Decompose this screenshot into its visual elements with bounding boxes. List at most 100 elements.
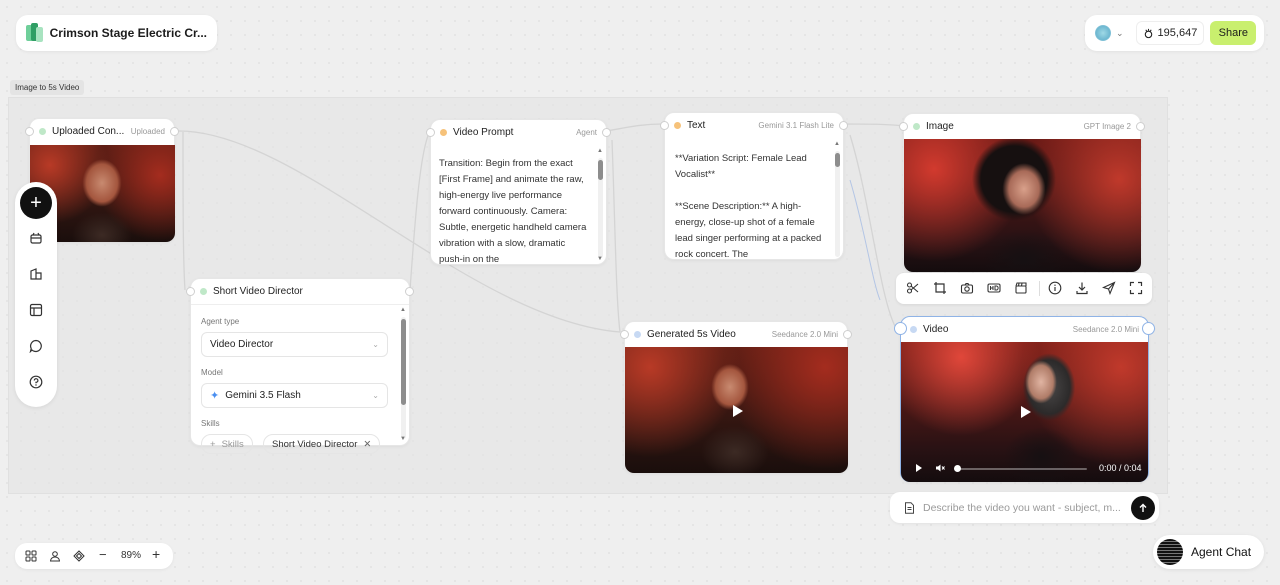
scrollbar[interactable] — [835, 151, 840, 257]
node-title: Video Prompt — [453, 126, 514, 138]
toolbar-divider — [1039, 281, 1040, 296]
send-icon[interactable] — [1102, 281, 1116, 295]
close-icon[interactable]: ✕ — [363, 439, 371, 450]
video-preview[interactable]: 0:00 / 0:04 — [901, 342, 1148, 482]
node-image[interactable]: Image GPT Image 2 — [899, 113, 1145, 272]
mute-icon[interactable] — [935, 463, 945, 473]
node-tag: Gemini 3.1 Flash Lite — [758, 120, 834, 130]
user-icon[interactable] — [49, 550, 61, 562]
agent-type-select[interactable]: Video Director ⌄ — [201, 332, 388, 357]
help-icon[interactable] — [20, 366, 52, 398]
zoom-in-button[interactable]: + — [152, 546, 160, 562]
input-port[interactable] — [186, 287, 195, 296]
crop-icon[interactable] — [933, 281, 947, 295]
scrollbar[interactable] — [401, 317, 406, 439]
input-port[interactable] — [899, 122, 908, 131]
model-label: Model — [201, 368, 223, 377]
generated-image[interactable] — [904, 139, 1141, 272]
node-title: Video — [923, 323, 949, 335]
status-dot — [39, 127, 46, 135]
scroll-thumb[interactable] — [401, 319, 406, 405]
skill-chip[interactable]: Short Video Director ✕ — [263, 434, 381, 454]
credits-badge[interactable]: 195,647 — [1135, 21, 1205, 45]
progress-track[interactable] — [957, 468, 1087, 470]
progress-knob[interactable] — [954, 465, 961, 472]
status-dot — [440, 128, 447, 136]
chevron-down-icon[interactable]: ⌄ — [1116, 28, 1124, 39]
agent-chat-button[interactable]: Agent Chat — [1153, 535, 1264, 569]
node-tag: Seedance 2.0 Mini — [771, 329, 838, 339]
zoom-out-button[interactable]: − — [99, 547, 107, 562]
project-header: ⌄ Crimson Stage Electric Cr... — [16, 15, 217, 51]
scissors-icon[interactable] — [906, 281, 920, 295]
document-icon[interactable] — [904, 501, 915, 514]
agent-type-label: Agent type — [201, 317, 240, 326]
clapperboard-icon[interactable] — [1014, 281, 1028, 295]
model-select[interactable]: ✦ Gemini 3.5 Flash ⌄ — [201, 383, 388, 408]
chat-bubble-icon[interactable] — [20, 330, 52, 362]
scroll-thumb[interactable] — [835, 153, 840, 167]
prompt-text[interactable]: Transition: Begin from the exact [First … — [431, 156, 597, 264]
node-header: Video Prompt Agent — [431, 120, 606, 144]
add-skill-button[interactable]: + Skills — [201, 434, 253, 454]
output-port[interactable] — [843, 330, 852, 339]
scroll-thumb[interactable] — [598, 160, 603, 180]
sparkle-icon: ✦ — [210, 390, 220, 402]
project-title[interactable]: Crimson Stage Electric Cr... — [50, 26, 207, 40]
generated-video-preview[interactable] — [625, 347, 848, 473]
scrollbar[interactable] — [598, 158, 603, 258]
node-generated-video[interactable]: Generated 5s Video Seedance 2.0 Mini — [620, 321, 852, 473]
grid-icon[interactable] — [25, 550, 37, 562]
node-tag: Uploaded — [130, 126, 165, 136]
input-port[interactable] — [660, 121, 669, 130]
library-icon[interactable] — [20, 258, 52, 290]
output-port[interactable] — [1136, 122, 1145, 131]
scroll-down-icon[interactable]: ▼ — [400, 436, 406, 442]
node-short-video-director[interactable]: Short Video Director Agent type Video Di… — [186, 278, 414, 454]
node-title: Short Video Director — [213, 285, 303, 297]
assets-icon[interactable] — [20, 222, 52, 254]
status-dot — [200, 287, 207, 295]
info-icon[interactable] — [1048, 281, 1062, 295]
download-icon[interactable] — [1075, 281, 1089, 295]
output-port[interactable] — [1142, 322, 1155, 335]
skill-chip-label: Short Video Director — [272, 438, 358, 450]
script-text[interactable]: **Variation Script: Female Lead Vocalist… — [665, 151, 833, 259]
node-tag: GPT Image 2 — [1083, 121, 1131, 131]
add-node-button[interactable]: + — [20, 187, 52, 219]
output-port[interactable] — [602, 128, 611, 137]
node-video[interactable]: Video Seedance 2.0 Mini 0:00 / 0:04 — [894, 316, 1155, 482]
fullscreen-icon[interactable] — [1129, 281, 1143, 295]
arrow-up-icon — [1139, 503, 1147, 512]
play-icon[interactable] — [733, 405, 743, 417]
scroll-up-icon[interactable]: ▲ — [834, 141, 840, 147]
node-tag: Agent — [576, 127, 597, 137]
node-video-prompt[interactable]: Video Prompt Agent Transition: Begin fro… — [426, 119, 611, 265]
hd-icon[interactable] — [987, 281, 1001, 295]
input-port[interactable] — [620, 330, 629, 339]
output-port[interactable] — [170, 127, 179, 136]
left-toolbar: + — [15, 182, 57, 407]
play-icon[interactable] — [1021, 406, 1031, 418]
input-port[interactable] — [25, 127, 34, 136]
avatar[interactable] — [1095, 25, 1111, 41]
scroll-down-icon[interactable]: ▼ — [597, 256, 603, 262]
group-label[interactable]: Image to 5s Video — [10, 80, 85, 95]
input-port[interactable] — [426, 128, 435, 137]
prompt-input[interactable] — [923, 501, 1123, 514]
output-port[interactable] — [839, 121, 848, 130]
camera-icon[interactable] — [960, 281, 974, 295]
node-tag: Seedance 2.0 Mini — [1072, 324, 1139, 334]
node-header: Text Gemini 3.1 Flash Lite — [665, 113, 843, 137]
send-button[interactable] — [1131, 495, 1155, 520]
layout-icon[interactable] — [20, 294, 52, 326]
scroll-up-icon[interactable]: ▲ — [597, 148, 603, 154]
magic-icon[interactable] — [73, 550, 85, 562]
scroll-up-icon[interactable]: ▲ — [400, 307, 406, 313]
agent-type-value: Video Director — [210, 339, 274, 350]
small-play-button[interactable] — [916, 464, 922, 472]
share-button[interactable]: Share — [1210, 21, 1257, 45]
node-text[interactable]: Text Gemini 3.1 Flash Lite **Variation S… — [660, 112, 848, 260]
output-port[interactable] — [405, 287, 414, 296]
input-port[interactable] — [894, 322, 907, 335]
